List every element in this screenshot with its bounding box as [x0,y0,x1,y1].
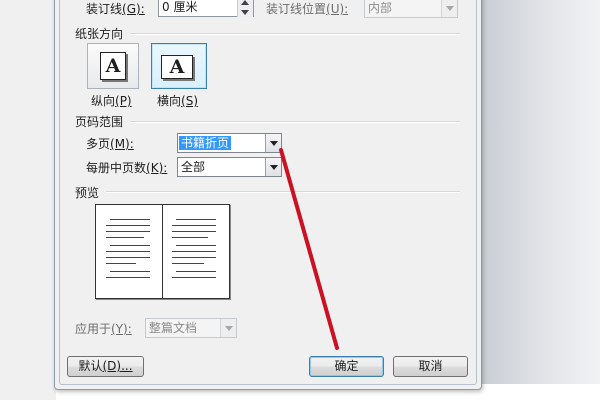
annotation-arrow-line [279,148,339,350]
annotation-line [279,148,339,350]
